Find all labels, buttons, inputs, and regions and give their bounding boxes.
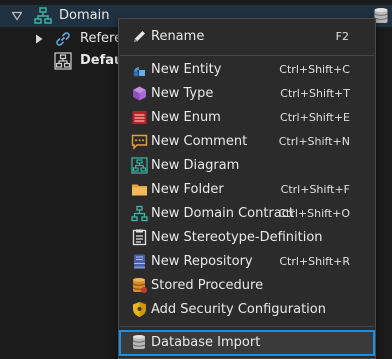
tree-node-label: Defau xyxy=(80,53,124,68)
context-menu: Rename F2 New Entity Ctrl+Shift+C New Ty… xyxy=(118,18,376,359)
cube-icon xyxy=(131,85,148,102)
entity-icon xyxy=(131,61,148,78)
menu-item-rename[interactable]: Rename F2 xyxy=(119,25,375,49)
contract-icon xyxy=(131,205,148,222)
menu-item-new-stereotype-definition[interactable]: New Stereotype-Definition xyxy=(119,226,375,250)
menu-item-new-entity[interactable]: New Entity Ctrl+Shift+C xyxy=(119,58,375,82)
domain-tree-icon xyxy=(34,7,52,25)
comment-icon xyxy=(131,133,148,150)
menu-item-new-enum[interactable]: New Enum Ctrl+Shift+E xyxy=(119,106,375,130)
menu-item-new-comment[interactable]: New Comment Ctrl+Shift+N xyxy=(119,130,375,154)
folder-icon xyxy=(131,181,148,198)
menu-item-stored-procedure[interactable]: Stored Procedure xyxy=(119,274,375,298)
diagram-icon xyxy=(54,52,72,70)
repository-icon xyxy=(131,253,148,270)
tree-node-label: Refere xyxy=(80,31,123,46)
pencil-icon xyxy=(131,28,148,45)
menu-item-new-diagram[interactable]: New Diagram xyxy=(119,154,375,178)
tree-node-label: Domain xyxy=(59,8,110,23)
tree-node-references[interactable]: Refere xyxy=(0,28,122,50)
stored-procedure-icon xyxy=(131,277,148,294)
diagram-icon xyxy=(131,157,148,174)
menu-item-new-type[interactable]: New Type Ctrl+Shift+T xyxy=(119,82,375,106)
tree-node-default-diagram[interactable]: Defau xyxy=(0,50,123,72)
database-icon xyxy=(131,334,148,351)
expand-triangle-icon[interactable] xyxy=(34,34,44,44)
menu-item-new-domain-contract[interactable]: New Domain Contract Ctrl+Shift+O xyxy=(119,202,375,226)
stereotype-icon xyxy=(131,229,148,246)
security-shield-icon xyxy=(131,301,148,318)
menu-separator xyxy=(120,326,374,327)
reference-link-icon xyxy=(54,30,72,48)
menu-item-add-security-configuration[interactable]: Add Security Configuration xyxy=(119,298,375,322)
collapse-triangle-icon[interactable] xyxy=(12,11,22,21)
enum-icon xyxy=(131,109,148,126)
menu-item-database-import[interactable]: Database Import xyxy=(119,330,375,356)
menu-separator xyxy=(120,55,374,56)
menu-item-new-repository[interactable]: New Repository Ctrl+Shift+R xyxy=(119,250,375,274)
menu-item-new-folder[interactable]: New Folder Ctrl+Shift+F xyxy=(119,178,375,202)
